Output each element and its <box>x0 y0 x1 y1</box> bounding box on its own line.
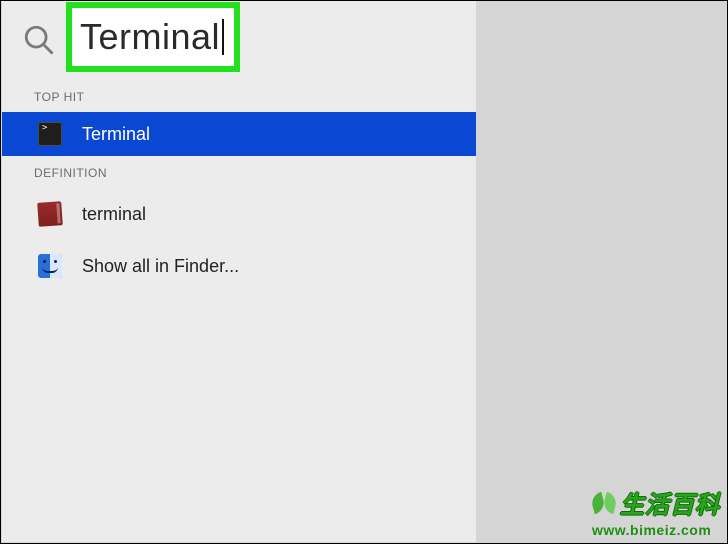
search-icon <box>22 23 56 57</box>
dictionary-icon <box>37 201 63 227</box>
result-terminal-app[interactable]: Terminal <box>2 112 476 156</box>
finder-icon <box>38 254 62 278</box>
search-row: Terminal <box>2 0 476 80</box>
section-header-top-hit: TOP HIT <box>2 80 476 112</box>
watermark: 生活百科 www.bimeiz.com <box>592 485 720 538</box>
result-label: terminal <box>82 204 146 225</box>
watermark-title: 生活百科 <box>620 485 720 520</box>
show-all-in-finder[interactable]: Show all in Finder... <box>2 240 476 292</box>
watermark-url: www.bimeiz.com <box>592 522 720 538</box>
result-label: Terminal <box>82 124 150 145</box>
section-header-definition: DEFINITION <box>2 156 476 188</box>
terminal-app-icon <box>38 122 62 146</box>
search-input-highlight: Terminal <box>66 2 240 72</box>
result-dictionary-terminal[interactable]: terminal <box>2 188 476 240</box>
result-label: Show all in Finder... <box>82 256 239 277</box>
leaf-icon <box>592 491 616 515</box>
spotlight-panel: Terminal TOP HIT Terminal DEFINITION ter… <box>2 0 476 542</box>
search-input[interactable]: Terminal <box>80 19 224 55</box>
